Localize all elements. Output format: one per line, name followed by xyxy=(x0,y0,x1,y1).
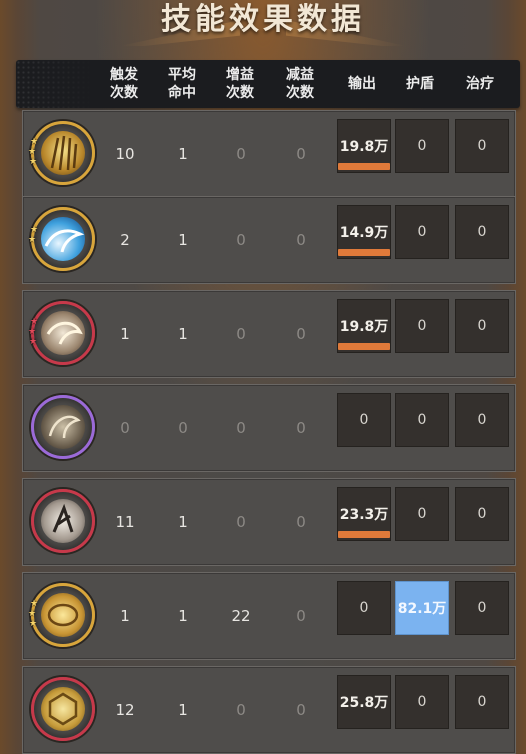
golden-shield-skill-icon[interactable]: ★ ★ ★ xyxy=(28,583,95,647)
heal-value: 0 xyxy=(455,581,509,635)
spiral-claw-skill-icon[interactable] xyxy=(31,489,95,553)
skill-row[interactable]: ★ ★ ★ 1 1 22 0 0 82.1万 0 xyxy=(22,572,516,660)
debuff-count: 0 xyxy=(296,325,306,343)
star-icon: ★ xyxy=(28,609,37,619)
header-trigger-count: 触发 次数 xyxy=(110,67,138,101)
average-hit: 1 xyxy=(178,145,188,163)
trigger-count: 12 xyxy=(115,701,135,719)
bone-dragon-skill-icon[interactable] xyxy=(31,395,95,459)
heal-value: 0 xyxy=(455,393,509,447)
output-bar xyxy=(338,163,390,170)
buff-count: 0 xyxy=(236,145,246,163)
debuff-count: 0 xyxy=(296,145,306,163)
star-icon: ★ xyxy=(29,619,38,629)
star-icon: ★ xyxy=(28,235,37,245)
title-banner: 技能效果数据 xyxy=(0,0,526,52)
star-icon: ★ xyxy=(30,137,39,147)
star-icon: ★ xyxy=(28,147,37,157)
header-debuff-count: 减益 次数 xyxy=(286,67,314,101)
table-header: 触发 次数 平均 命中 增益 次数 减益 次数 输出 护盾 治疗 xyxy=(16,60,520,108)
debuff-count: 0 xyxy=(296,513,306,531)
output-value: 0 xyxy=(337,581,391,635)
header-shield: 护盾 xyxy=(406,76,434,92)
output-value: 0 xyxy=(337,393,391,447)
debuff-count: 0 xyxy=(296,701,306,719)
average-hit: 1 xyxy=(178,231,188,249)
heal-value: 0 xyxy=(455,675,509,729)
header-output: 输出 xyxy=(348,76,376,92)
shield-value: 0 xyxy=(395,205,449,259)
skill-row[interactable]: 0 0 0 0 0 0 0 xyxy=(22,384,516,472)
heal-value: 0 xyxy=(455,487,509,541)
shield-value: 82.1万 xyxy=(395,581,449,635)
hexagon-emblem-skill-icon[interactable] xyxy=(31,677,95,741)
average-hit: 1 xyxy=(178,513,188,531)
debuff-count: 0 xyxy=(296,231,306,249)
header-buff-count: 增益 次数 xyxy=(226,67,254,101)
trigger-count: 2 xyxy=(120,231,130,249)
trigger-count: 0 xyxy=(120,419,130,437)
buff-count: 0 xyxy=(236,231,246,249)
header-average-hit: 平均 命中 xyxy=(168,67,196,101)
star-icon: ★ xyxy=(29,157,38,167)
star-icon: ★ xyxy=(30,225,39,235)
shield-value: 0 xyxy=(395,299,449,353)
average-hit: 1 xyxy=(178,325,188,343)
buff-count: 0 xyxy=(236,701,246,719)
output-bar xyxy=(338,249,390,256)
skill-row[interactable]: ★ ★ ★ 1 1 0 0 19.8万 0 0 xyxy=(22,290,516,378)
skill-row[interactable]: ★ ★ ★ 10 1 0 0 19.8万 0 0 xyxy=(22,110,516,198)
skill-row[interactable]: ★ ★ 2 1 0 0 14.9万 0 0 xyxy=(22,196,516,284)
buff-count: 22 xyxy=(231,607,251,625)
trigger-count: 11 xyxy=(115,513,135,531)
shield-value: 0 xyxy=(395,487,449,541)
water-wave-skill-icon[interactable]: ★ ★ xyxy=(28,207,95,271)
skill-row[interactable]: 12 1 0 0 25.8万 0 0 xyxy=(22,666,516,754)
debuff-count: 0 xyxy=(296,607,306,625)
shield-value: 0 xyxy=(395,393,449,447)
heal-value: 0 xyxy=(455,119,509,173)
buff-count: 0 xyxy=(236,513,246,531)
white-dragon-skill-icon[interactable]: ★ ★ ★ xyxy=(28,301,95,365)
buff-count: 0 xyxy=(236,419,246,437)
output-bar xyxy=(338,531,390,538)
star-icon: ★ xyxy=(28,327,37,337)
average-hit: 1 xyxy=(178,607,188,625)
trigger-count: 1 xyxy=(120,325,130,343)
header-pattern xyxy=(16,60,96,108)
trigger-count: 1 xyxy=(120,607,130,625)
header-heal: 治疗 xyxy=(466,76,494,92)
skill-row[interactable]: 11 1 0 0 23.3万 0 0 xyxy=(22,478,516,566)
output-value: 25.8万 xyxy=(337,675,391,729)
shield-value: 0 xyxy=(395,675,449,729)
trigger-count: 10 xyxy=(115,145,135,163)
buff-count: 0 xyxy=(236,325,246,343)
star-icon: ★ xyxy=(30,599,39,609)
star-icon: ★ xyxy=(29,337,38,347)
heal-value: 0 xyxy=(455,299,509,353)
golden-claws-skill-icon[interactable]: ★ ★ ★ xyxy=(28,121,95,185)
shield-value: 0 xyxy=(395,119,449,173)
heal-value: 0 xyxy=(455,205,509,259)
page-title: 技能效果数据 xyxy=(161,2,365,37)
debuff-count: 0 xyxy=(296,419,306,437)
average-hit: 1 xyxy=(178,701,188,719)
star-icon: ★ xyxy=(30,317,39,327)
average-hit: 0 xyxy=(178,419,188,437)
output-bar xyxy=(338,343,390,350)
